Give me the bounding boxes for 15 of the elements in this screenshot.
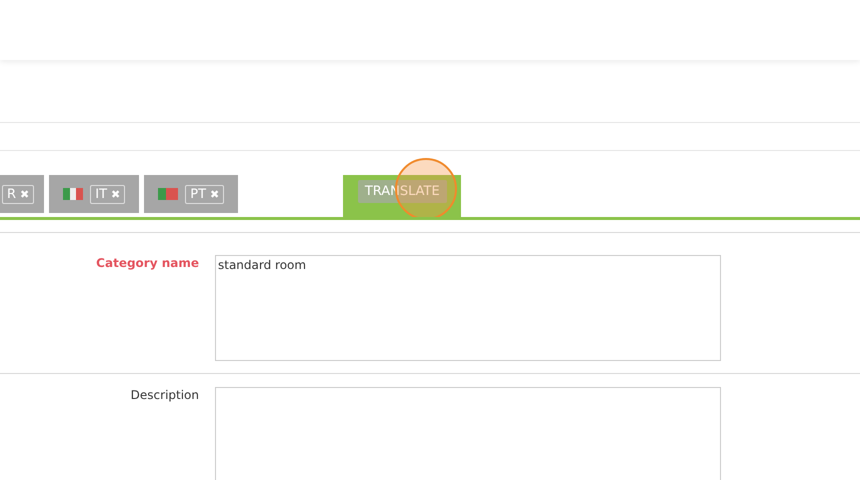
language-tab[interactable]: PT ✖: [144, 175, 238, 213]
flag-icon: [63, 188, 84, 200]
field-label: Description: [130, 388, 200, 402]
flag-icon: [158, 188, 178, 200]
language-tab[interactable]: IT ✖: [49, 175, 140, 213]
remove-icon[interactable]: ✖: [20, 188, 30, 200]
language-code: R: [7, 186, 16, 202]
field-label: Category name: [95, 256, 200, 270]
text-area[interactable]: [215, 387, 721, 480]
text-area[interactable]: standard room: [215, 255, 721, 361]
language-code: IT: [95, 186, 108, 202]
language-code: PT: [190, 186, 206, 202]
language-tab[interactable]: R ✖: [0, 175, 44, 213]
remove-icon[interactable]: ✖: [210, 188, 220, 200]
remove-icon[interactable]: ✖: [111, 188, 120, 200]
